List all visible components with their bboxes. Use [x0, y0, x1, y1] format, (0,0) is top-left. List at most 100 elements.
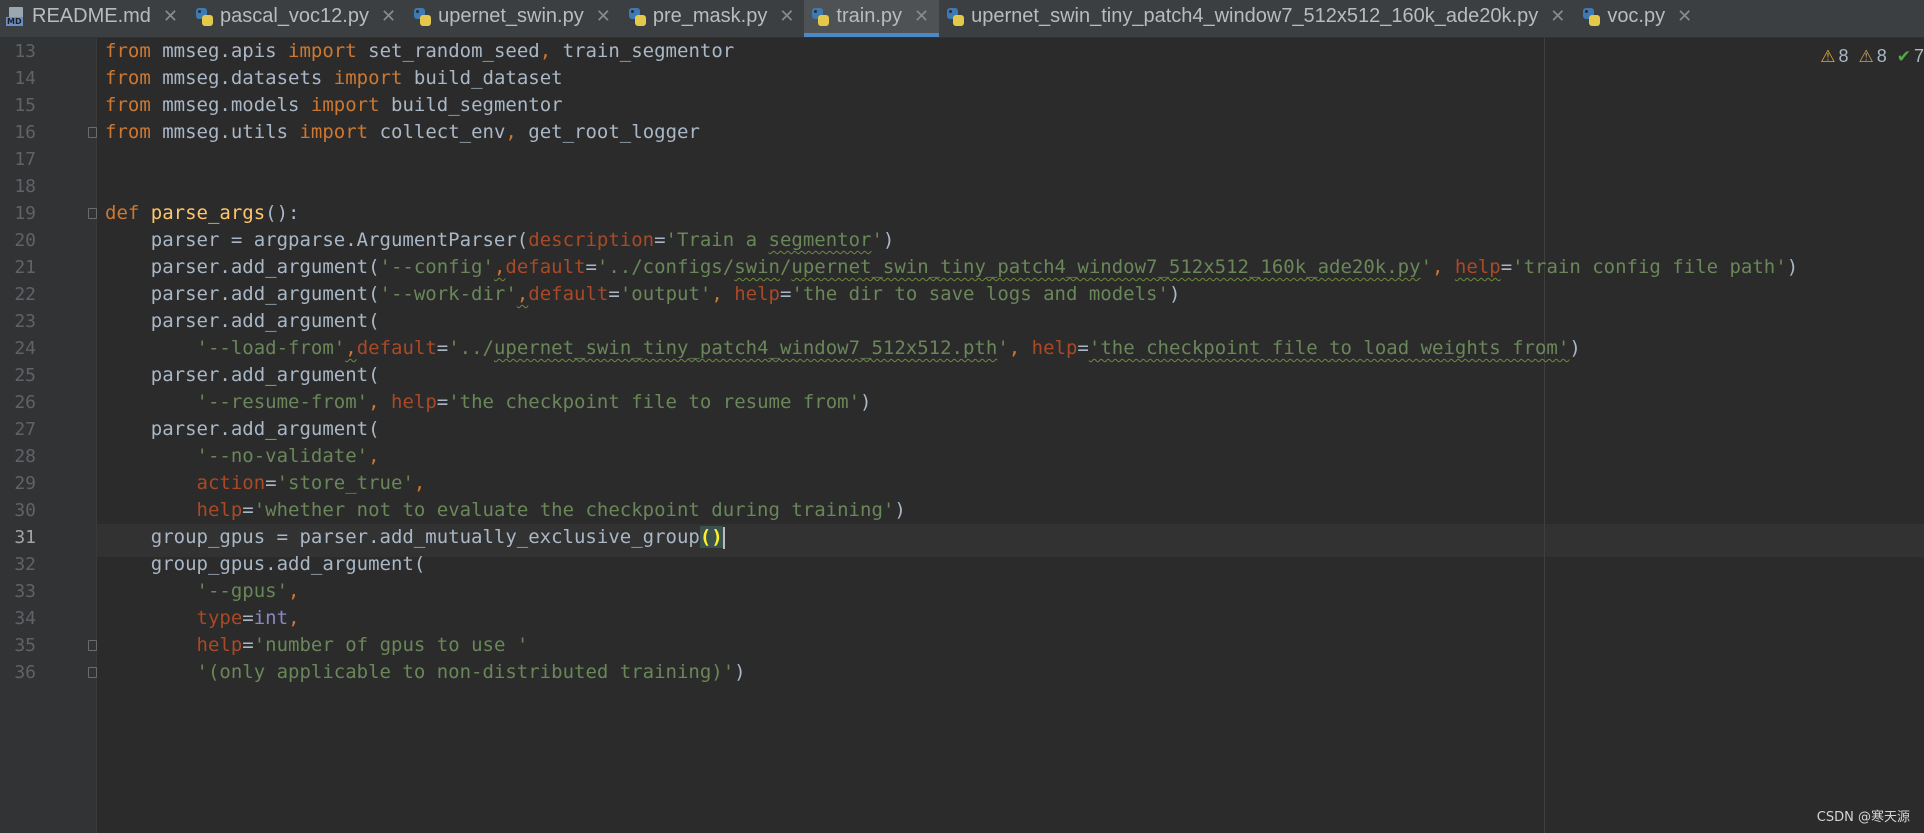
code-token: parser.add_argument(	[105, 256, 380, 278]
tab-upernet-swin-tiny-patch4-window7-512x512-160k-ade20k-py[interactable]: upernet_swin_tiny_patch4_window7_512x512…	[939, 0, 1575, 37]
passed-indicator[interactable]: ✔ 7	[1897, 46, 1924, 67]
line-number[interactable]: 17	[0, 146, 36, 173]
code-token: 'the checkpoint file to resume from'	[448, 391, 861, 413]
code-line[interactable]: help='whether not to evaluate the checkp…	[105, 497, 906, 524]
code-line[interactable]: '--load-from',default='../upernet_swin_t…	[105, 335, 1581, 362]
close-tab-icon[interactable]: ✕	[163, 6, 178, 27]
code-line[interactable]: '--resume-from', help='the checkpoint fi…	[105, 389, 872, 416]
line-number[interactable]: 32	[0, 551, 36, 578]
code-token: get_root_logger	[516, 121, 700, 143]
code-line[interactable]: from mmseg.utils import collect_env, get…	[105, 119, 700, 146]
code-token: '(only applicable to non-distributed tra…	[196, 661, 735, 683]
code-editor[interactable]: 13 14 15 16 17 18 19 20 21 22 23 24 25 26 27 28 29 30 31 32…	[0, 38, 1924, 833]
code-token: help	[734, 283, 780, 305]
tab-readme-md[interactable]: MD README.md ✕	[0, 0, 188, 37]
line-number[interactable]: 18	[0, 173, 36, 200]
fold-marker-icon[interactable]	[88, 127, 97, 138]
tab-pre-mask-py[interactable]: pre_mask.py ✕	[621, 0, 805, 37]
line-number[interactable]: 21	[0, 254, 36, 281]
line-number[interactable]: 23	[0, 308, 36, 335]
code-token: import	[310, 94, 380, 116]
code-line[interactable]: help='number of gpus to use '	[105, 632, 529, 659]
fold-marker-icon[interactable]	[88, 667, 97, 678]
code-token: set_random_seed	[356, 40, 540, 62]
code-line[interactable]: def parse_args():	[105, 200, 300, 227]
code-line[interactable]: parser = argparse.ArgumentParser(descrip…	[105, 227, 895, 254]
weak-warning-icon: ⚠	[1858, 46, 1874, 66]
code-line[interactable]: parser.add_argument('--config',default='…	[105, 254, 1798, 281]
watermark: CSDN @寒天源	[1816, 810, 1910, 825]
line-number[interactable]: 13	[0, 38, 36, 65]
fold-marker-icon[interactable]	[88, 640, 97, 651]
line-number[interactable]: 19	[0, 200, 36, 227]
code-token: )	[894, 499, 906, 521]
line-number[interactable]: 28	[0, 443, 36, 470]
code-token: '--load-from'	[196, 337, 346, 359]
line-number[interactable]: 27	[0, 416, 36, 443]
line-number[interactable]: 35	[0, 632, 36, 659]
inspection-widget[interactable]: ⚠ 8 ⚠ 8 ✔ 7	[1820, 46, 1924, 67]
code-line[interactable]: action='store_true',	[105, 470, 426, 497]
line-number[interactable]: 29	[0, 470, 36, 497]
code-token: import	[333, 67, 403, 89]
line-number[interactable]: 25	[0, 362, 36, 389]
code-line[interactable]: '(only applicable to non-distributed tra…	[105, 659, 746, 686]
code-token: ,	[368, 445, 380, 467]
line-number[interactable]: 26	[0, 389, 36, 416]
tab-train-py[interactable]: train.py ✕	[804, 0, 940, 37]
tab-upernet-swin-py[interactable]: upernet_swin.py ✕	[406, 0, 621, 37]
line-number[interactable]: 14	[0, 65, 36, 92]
weak-warnings-indicator[interactable]: ⚠ 8	[1858, 46, 1886, 67]
line-number[interactable]: 22	[0, 281, 36, 308]
close-tab-icon[interactable]: ✕	[1550, 6, 1565, 27]
code-token: from	[105, 67, 151, 89]
code-line[interactable]: group_gpus.add_argument(	[105, 551, 426, 578]
line-number-gutter[interactable]: 13 14 15 16 17 18 19 20 21 22 23 24 25 26 27 28 29 30 31 32…	[0, 38, 97, 833]
line-number[interactable]: 30	[0, 497, 36, 524]
close-tab-icon[interactable]: ✕	[779, 6, 794, 27]
code-token: =	[654, 229, 666, 251]
code-token: parser = argparse.ArgumentParser(	[105, 229, 529, 251]
right-margin-guide	[1544, 38, 1545, 833]
python-file-icon	[810, 7, 830, 27]
line-number[interactable]: 24	[0, 335, 36, 362]
code-line[interactable]: parser.add_argument(	[105, 362, 380, 389]
code-line[interactable]: from mmseg.datasets import build_dataset	[105, 65, 563, 92]
close-tab-icon[interactable]: ✕	[1677, 6, 1692, 27]
close-tab-icon[interactable]: ✕	[914, 6, 929, 27]
line-number[interactable]: 16	[0, 119, 36, 146]
line-number[interactable]: 36	[0, 659, 36, 686]
code-token: swin	[734, 256, 780, 278]
tab-voc-py[interactable]: voc.py ✕	[1575, 0, 1702, 37]
close-tab-icon[interactable]: ✕	[381, 6, 396, 27]
code-line[interactable]: '--gpus',	[105, 578, 300, 605]
code-line[interactable]: from mmseg.models import build_segmentor	[105, 92, 563, 119]
markdown-file-icon: MD	[6, 6, 26, 27]
code-token: ,	[539, 40, 552, 62]
line-number[interactable]: 31	[0, 524, 36, 551]
code-line[interactable]: type=int,	[105, 605, 300, 632]
code-token: )	[734, 661, 746, 683]
line-number[interactable]: 15	[0, 92, 36, 119]
line-number[interactable]: 34	[0, 605, 36, 632]
code-token: def	[105, 202, 140, 224]
line-number[interactable]: 33	[0, 578, 36, 605]
code-line[interactable]: '--no-validate',	[105, 443, 380, 470]
code-token: from	[105, 94, 151, 116]
code-line[interactable]: parser.add_argument(	[105, 308, 380, 335]
code-line[interactable]: group_gpus = parser.add_mutually_exclusi…	[105, 524, 725, 551]
code-line[interactable]: parser.add_argument(	[105, 416, 380, 443]
warnings-indicator[interactable]: ⚠ 8	[1820, 46, 1848, 67]
code-token: =	[585, 256, 597, 278]
fold-marker-icon[interactable]	[88, 208, 97, 219]
code-token: 'store_true'	[276, 472, 414, 494]
code-line[interactable]: from mmseg.apis import set_random_seed, …	[105, 38, 734, 65]
code-line[interactable]: parser.add_argument('--work-dir',default…	[105, 281, 1181, 308]
tab-pascal-voc12-py[interactable]: pascal_voc12.py ✕	[188, 0, 406, 37]
close-tab-icon[interactable]: ✕	[596, 6, 611, 27]
python-file-icon	[194, 7, 214, 27]
line-number[interactable]: 20	[0, 227, 36, 254]
